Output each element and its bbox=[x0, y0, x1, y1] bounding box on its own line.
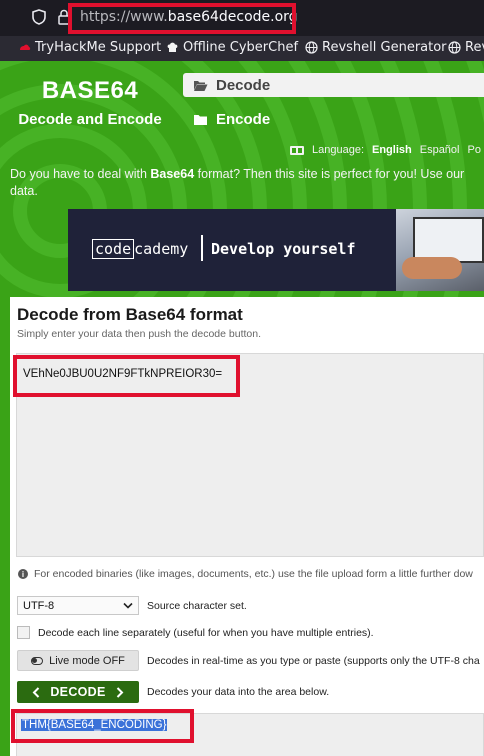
info-text: For encoded binaries (like images, docum… bbox=[34, 568, 473, 580]
output-textarea[interactable]: THM{BASE64_ENCODING} bbox=[16, 713, 484, 756]
bookmark-label: Offline CyberChef bbox=[183, 40, 299, 55]
globe-icon bbox=[305, 41, 318, 54]
url-prefix: https://www. bbox=[80, 9, 168, 25]
language-english[interactable]: English bbox=[372, 144, 412, 156]
intro-bold: Base64 bbox=[150, 167, 195, 181]
bookmark-label: Revshell Generator bbox=[322, 40, 447, 55]
logo-rest: cademy bbox=[134, 240, 189, 258]
decode-row: DECODE Decodes your data into the area b… bbox=[17, 681, 329, 703]
language-icon bbox=[290, 145, 304, 155]
decode-label: DECODE bbox=[50, 685, 106, 699]
language-label: Language: bbox=[312, 144, 364, 156]
panel-title: Decode from Base64 format bbox=[17, 305, 243, 324]
language-espanol[interactable]: Español bbox=[420, 144, 460, 156]
folder-open-icon bbox=[194, 80, 208, 91]
codecademy-ad[interactable]: code cademy Develop yourself bbox=[68, 209, 484, 291]
input-textarea[interactable]: VEhNe0JBU0U2NF9FTkNPREIOR30= bbox=[16, 353, 484, 557]
globe-icon bbox=[448, 41, 461, 54]
logo-title[interactable]: BASE64 bbox=[0, 77, 180, 105]
chevron-down-icon bbox=[123, 602, 133, 609]
each-line-checkbox[interactable] bbox=[17, 626, 30, 639]
info-icon: i bbox=[18, 569, 28, 579]
decode-desc: Decodes your data into the area below. bbox=[147, 686, 330, 698]
bookmark-cyberchef[interactable]: Offline CyberChef bbox=[166, 40, 298, 55]
bookmark-label: TryHackMe Support bbox=[35, 40, 162, 55]
input-value: VEhNe0JBU0U2NF9FTkNPREIOR30= bbox=[23, 368, 223, 380]
ad-divider bbox=[201, 235, 203, 261]
charset-desc: Source character set. bbox=[147, 599, 247, 612]
bookmark-label: Rev bbox=[465, 40, 484, 55]
output-value[interactable]: THM{BASE64_ENCODING} bbox=[21, 719, 168, 731]
intro-post: format? Then this site is perfect for yo… bbox=[194, 167, 465, 181]
panel-subtitle: Simply enter your data then push the dec… bbox=[17, 328, 261, 340]
url-domain: base64decode.org bbox=[167, 9, 298, 25]
chef-icon bbox=[167, 42, 178, 52]
shield-icon[interactable] bbox=[32, 9, 46, 25]
live-mode-desc: Decodes in real-time as you type or past… bbox=[147, 654, 480, 667]
lock-icon[interactable] bbox=[58, 9, 70, 25]
decode-panel: Decode from Base64 format Simply enter y… bbox=[10, 297, 484, 756]
logo-subtitle: Decode and Encode bbox=[18, 111, 162, 128]
chevron-right-icon bbox=[116, 686, 124, 698]
logo-code: code bbox=[92, 239, 135, 259]
ad-tagline: Develop yourself bbox=[211, 240, 356, 258]
bookmark-tryhackme[interactable]: TryHackMe Support bbox=[18, 40, 161, 55]
url-text[interactable]: https://www.base64decode.org bbox=[80, 9, 298, 25]
each-line-row: Decode each line separately (useful for … bbox=[17, 626, 374, 639]
charset-value: UTF-8 bbox=[23, 599, 55, 612]
live-mode-label: Live mode OFF bbox=[49, 654, 125, 667]
chevron-left-icon bbox=[32, 686, 40, 698]
toggle-icon bbox=[31, 656, 44, 665]
live-mode-button[interactable]: Live mode OFF bbox=[17, 650, 139, 671]
bookmarks-bar: TryHackMe Support Offline CyberChef Revs… bbox=[0, 36, 484, 61]
charset-row: UTF-8 Source character set. bbox=[17, 596, 247, 615]
intro-line2: data. bbox=[10, 184, 38, 198]
language-portugues[interactable]: Po bbox=[468, 144, 481, 156]
codecademy-logo: code cademy bbox=[92, 239, 188, 259]
folder-icon bbox=[194, 114, 207, 125]
bookmark-revshell[interactable]: Revshell Generator bbox=[305, 40, 447, 55]
intro-text: Do you have to deal with Base64 format? … bbox=[10, 166, 484, 200]
info-note: i For encoded binaries (like images, doc… bbox=[18, 568, 473, 580]
nav-decode-label: Decode bbox=[216, 76, 271, 94]
decode-button[interactable]: DECODE bbox=[17, 681, 139, 703]
url-bar[interactable]: https://www.base64decode.org bbox=[0, 0, 484, 36]
nav-encode[interactable]: Encode bbox=[183, 107, 484, 131]
tryhackme-icon bbox=[20, 44, 31, 50]
nav-decode[interactable]: Decode bbox=[183, 73, 484, 97]
each-line-label[interactable]: Decode each line separately (useful for … bbox=[38, 627, 374, 639]
charset-select[interactable]: UTF-8 bbox=[17, 596, 139, 615]
nav-encode-label: Encode bbox=[216, 110, 271, 128]
intro-pre: Do you have to deal with bbox=[10, 167, 151, 181]
page: BASE64 Decode and Encode Decode Encode L… bbox=[0, 61, 484, 756]
language-selector: Language: English Español Po bbox=[290, 144, 481, 156]
hand-image bbox=[402, 257, 462, 279]
bookmark-rev[interactable]: Rev bbox=[448, 40, 484, 55]
live-mode-row: Live mode OFF Decodes in real-time as yo… bbox=[17, 650, 480, 671]
